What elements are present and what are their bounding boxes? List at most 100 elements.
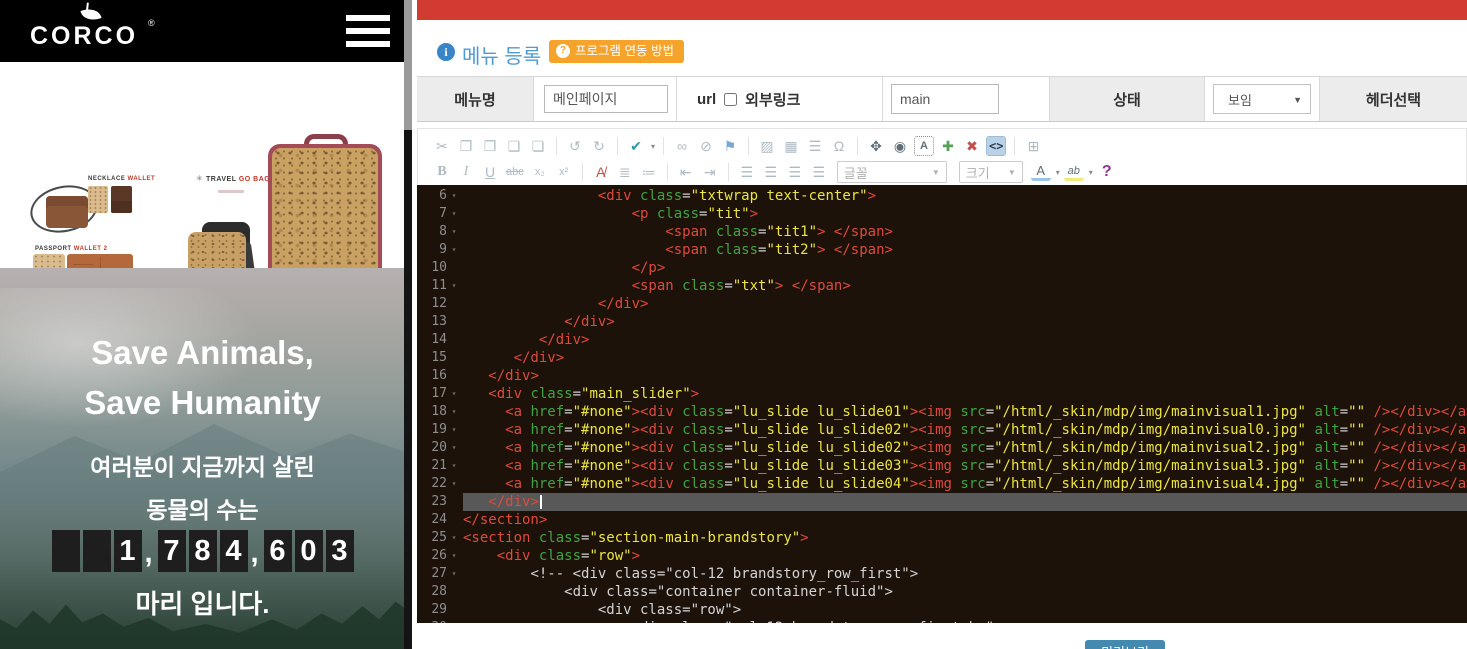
source-button[interactable]: <> <box>986 136 1006 156</box>
product-slider[interactable]: NECKLACE WALLET PASSPORT WALLET 2 ✳ TRAV… <box>0 62 412 268</box>
code-line[interactable]: 25▾<section class="section-main-brandsto… <box>417 529 1467 547</box>
subscript-icon[interactable]: x₂ <box>530 162 550 182</box>
code-line[interactable]: 14 </div> <box>417 331 1467 349</box>
image-icon[interactable]: ▨ <box>757 136 777 156</box>
code-line[interactable]: 6▾ <div class="txtwrap text-center"> <box>417 187 1467 205</box>
code-line[interactable]: 20▾ <a href="#none"><div class="lu_slide… <box>417 439 1467 457</box>
copy-icon[interactable]: ❐ <box>456 136 476 156</box>
code-line[interactable]: 17▾ <div class="main_slider"> <box>417 385 1467 403</box>
preview-save-button[interactable]: 미리보기 <box>1085 640 1165 649</box>
indent-icon[interactable]: ⇥ <box>700 162 720 182</box>
code-line[interactable]: 11▾ <span class="txt"> </span> <box>417 277 1467 295</box>
strikethrough-icon[interactable]: abc <box>504 162 526 182</box>
chevron-down-icon: ▼ <box>932 168 940 177</box>
code-text: <span class="tit2"> </span> <box>463 241 1467 259</box>
font-dropdown[interactable]: 글꼴▼ <box>837 161 947 183</box>
hr-icon[interactable]: ☰ <box>805 136 825 156</box>
remove-format-icon[interactable]: A̸ <box>591 162 611 182</box>
fold-arrow-icon[interactable]: ▾ <box>447 475 461 493</box>
fold-arrow-icon[interactable]: ▾ <box>447 403 461 421</box>
numbered-list-icon[interactable]: ≣ <box>615 162 635 182</box>
code-line[interactable]: 27▾ <!-- <div class="col-12 brandstory_r… <box>417 565 1467 583</box>
source-code-editor[interactable]: 6▾ <div class="txtwrap text-center">7▾ <… <box>417 185 1467 623</box>
anchor-flag-icon[interactable]: ⚑ <box>720 136 740 156</box>
help-icon[interactable]: ? <box>1097 162 1117 182</box>
undo-icon[interactable]: ↺ <box>565 136 585 156</box>
hamburger-menu-icon[interactable] <box>346 15 390 47</box>
code-line[interactable]: 19▾ <a href="#none"><div class="lu_slide… <box>417 421 1467 439</box>
fold-spacer <box>447 511 461 529</box>
menu-name-input[interactable] <box>544 85 668 113</box>
paste-text-icon[interactable]: ❑ <box>504 136 524 156</box>
spellcheck-icon[interactable]: ✔ <box>626 136 646 156</box>
code-line[interactable]: 29 <div class="row"> <box>417 601 1467 619</box>
fold-arrow-icon[interactable]: ▾ <box>447 223 461 241</box>
code-line[interactable]: 21▾ <a href="#none"><div class="lu_slide… <box>417 457 1467 475</box>
fold-arrow-icon[interactable]: ▾ <box>447 241 461 259</box>
code-line[interactable]: 7▾ <p class="tit"> <box>417 205 1467 223</box>
brand-logo[interactable]: CORCO ® <box>30 6 160 58</box>
preview-scrollbar-track[interactable] <box>404 0 412 649</box>
program-link-help-button[interactable]: ?프로그램 연동 방법 <box>549 40 684 63</box>
remove-comment-icon[interactable]: ✖ <box>962 136 982 156</box>
fold-arrow-icon[interactable]: ▾ <box>447 547 461 565</box>
maximize-icon[interactable]: ✥ <box>866 136 886 156</box>
counter-digit: 3 <box>326 530 354 572</box>
align-center-icon[interactable]: ☰ <box>761 162 781 182</box>
align-right-icon[interactable]: ☰ <box>785 162 805 182</box>
code-line[interactable]: 24</section> <box>417 511 1467 529</box>
text-color-icon[interactable]: A <box>1031 164 1051 181</box>
unlink-icon[interactable]: ⊘ <box>696 136 716 156</box>
superscript-icon[interactable]: x² <box>554 162 574 182</box>
fold-arrow-icon[interactable]: ▾ <box>447 205 461 223</box>
underline-icon[interactable]: U <box>480 162 500 182</box>
bold-icon[interactable]: B <box>432 162 452 182</box>
url-cell: url 외부링크 <box>677 77 883 121</box>
code-line[interactable]: 9▾ <span class="tit2"> </span> <box>417 241 1467 259</box>
code-text: </div> <box>463 493 1467 511</box>
align-justify-icon[interactable]: ☰ <box>809 162 829 182</box>
fold-arrow-icon[interactable]: ▾ <box>447 529 461 547</box>
fold-arrow-icon[interactable]: ▾ <box>447 565 461 583</box>
cut-icon[interactable]: ✂ <box>432 136 452 156</box>
bulleted-list-icon[interactable]: ≔ <box>639 162 659 182</box>
code-line[interactable]: 15 </div> <box>417 349 1467 367</box>
line-gutter: 21▾ <box>417 457 463 475</box>
code-line[interactable]: 16 </div> <box>417 367 1467 385</box>
code-line[interactable]: 10 </p> <box>417 259 1467 277</box>
fold-arrow-icon[interactable]: ▾ <box>447 385 461 403</box>
code-line[interactable]: 28 <div class="container container-fluid… <box>417 583 1467 601</box>
fold-arrow-icon[interactable]: ▾ <box>447 439 461 457</box>
code-line[interactable]: 13 </div> <box>417 313 1467 331</box>
find-icon[interactable]: ◉ <box>890 136 910 156</box>
highlight-color-icon[interactable]: ab <box>1064 164 1084 181</box>
code-line[interactable]: 8▾ <span class="tit1"> </span> <box>417 223 1467 241</box>
size-dropdown[interactable]: 크기▼ <box>959 161 1023 183</box>
text-cursor <box>540 495 542 509</box>
table-icon[interactable]: ▦ <box>781 136 801 156</box>
fold-arrow-icon[interactable]: ▾ <box>447 277 461 295</box>
redo-icon[interactable]: ↻ <box>589 136 609 156</box>
fold-arrow-icon[interactable]: ▾ <box>447 457 461 475</box>
special-char-icon[interactable]: Ω <box>829 136 849 156</box>
preview-scrollbar-thumb[interactable] <box>404 0 412 130</box>
add-comment-icon[interactable]: ✚ <box>938 136 958 156</box>
fold-arrow-icon[interactable]: ▾ <box>447 187 461 205</box>
code-line[interactable]: 23 </div> <box>417 493 1467 511</box>
status-select[interactable]: 보임 ▼ <box>1213 84 1311 114</box>
italic-icon[interactable]: I <box>456 162 476 182</box>
outdent-icon[interactable]: ⇤ <box>676 162 696 182</box>
fold-arrow-icon[interactable]: ▾ <box>447 421 461 439</box>
url-input[interactable] <box>891 84 999 114</box>
paste-icon[interactable]: ❒ <box>480 136 500 156</box>
paste-word-icon[interactable]: ❏ <box>528 136 548 156</box>
print-icon[interactable]: ⊞ <box>1023 136 1043 156</box>
code-line[interactable]: 12 </div> <box>417 295 1467 313</box>
external-link-checkbox[interactable] <box>724 93 737 106</box>
select-all-icon[interactable]: A <box>914 136 934 156</box>
code-line[interactable]: 22▾ <a href="#none"><div class="lu_slide… <box>417 475 1467 493</box>
link-icon[interactable]: ∞ <box>672 136 692 156</box>
code-line[interactable]: 18▾ <a href="#none"><div class="lu_slide… <box>417 403 1467 421</box>
align-left-icon[interactable]: ☰ <box>737 162 757 182</box>
code-line[interactable]: 26▾ <div class="row"> <box>417 547 1467 565</box>
